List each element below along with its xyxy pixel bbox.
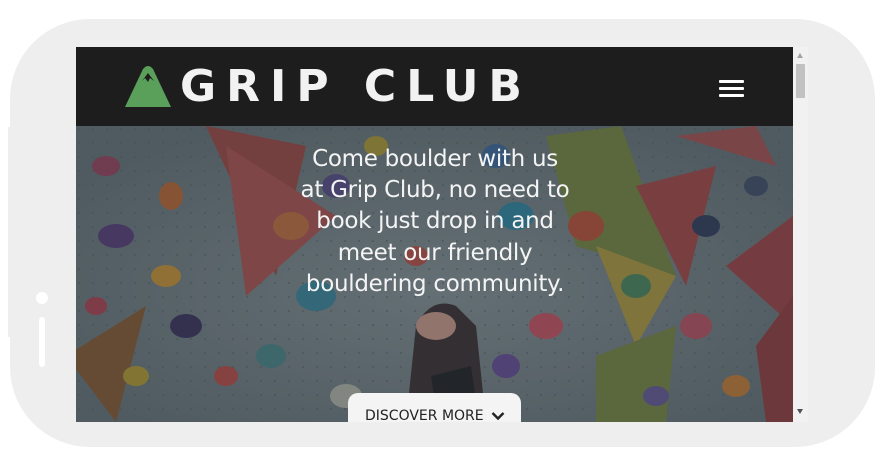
scroll-down-arrow-icon[interactable] [797, 409, 803, 414]
phone-side-panel [8, 127, 64, 367]
hamburger-menu-icon[interactable] [716, 77, 746, 99]
device-screen: GRIP CLUB Come boulder with us at Grip C… [76, 47, 808, 422]
hero-section: Come boulder with us at Grip Club, no ne… [76, 126, 793, 422]
scroll-thumb[interactable] [796, 64, 805, 98]
chevron-down-icon [491, 412, 505, 421]
discover-more-label: DISCOVER MORE [365, 408, 484, 422]
hero-description: Come boulder with us at Grip Club, no ne… [300, 146, 570, 297]
discover-more-button[interactable]: DISCOVER MORE [348, 393, 521, 422]
camera-icon [36, 292, 48, 304]
speaker-icon [39, 317, 45, 367]
mountain-icon [125, 66, 171, 107]
scrollbar[interactable] [793, 47, 808, 422]
brand-name[interactable]: GRIP CLUB [180, 57, 532, 117]
scroll-up-arrow-icon[interactable] [797, 53, 803, 58]
navbar: GRIP CLUB [76, 47, 793, 126]
